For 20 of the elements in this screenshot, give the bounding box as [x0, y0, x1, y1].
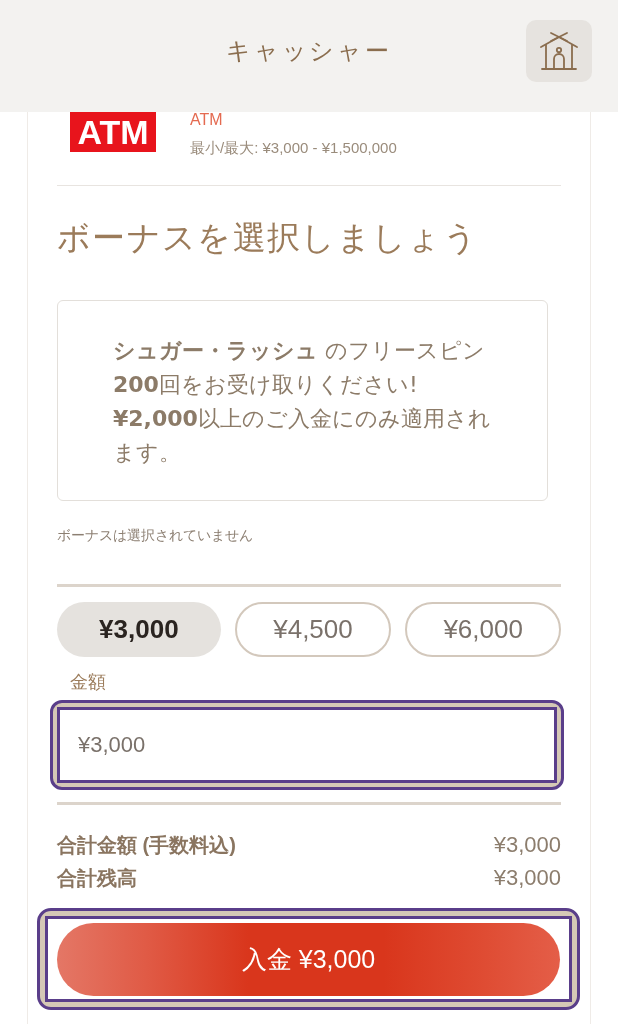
bonus-heading: ボーナスを選択しましょう	[57, 218, 479, 258]
amount-chip[interactable]: ¥3,000	[57, 602, 221, 657]
page-title: キャッシャー	[225, 36, 393, 66]
summary-value: ¥3,000	[493, 864, 561, 892]
amount-chip[interactable]: ¥6,000	[405, 602, 561, 657]
bonus-status: ボーナスは選択されていません	[57, 526, 254, 545]
atm-logo: ATM	[70, 112, 156, 152]
bonus-offer-text: シュガー・ラッシュ のフリースピン200回をお受け取りください! ¥2,000以上のご入金にのみ適用されます。	[113, 337, 492, 467]
bonus-offer-card[interactable]: シュガー・ラッシュ のフリースピン200回をお受け取りください! ¥2,000以上のご入金にのみ適用されます。	[57, 300, 548, 501]
amount-input[interactable]: ¥3,000	[57, 707, 557, 783]
summary-label: 合計金額 (手数料込)	[57, 832, 236, 858]
deposit-button[interactable]: 入金 ¥3,000	[57, 923, 560, 996]
deposit-limits: 最小/最大: ¥3,000 - ¥1,500,000	[190, 138, 397, 158]
summary-value: ¥3,000	[493, 831, 561, 859]
home-button[interactable]	[526, 20, 592, 82]
house-icon	[539, 31, 579, 71]
amount-label: 金額	[69, 671, 107, 694]
summary-label: 合計残高	[57, 865, 137, 891]
payment-method-name: ATM	[190, 112, 224, 128]
amount-chip[interactable]: ¥4,500	[234, 602, 392, 657]
